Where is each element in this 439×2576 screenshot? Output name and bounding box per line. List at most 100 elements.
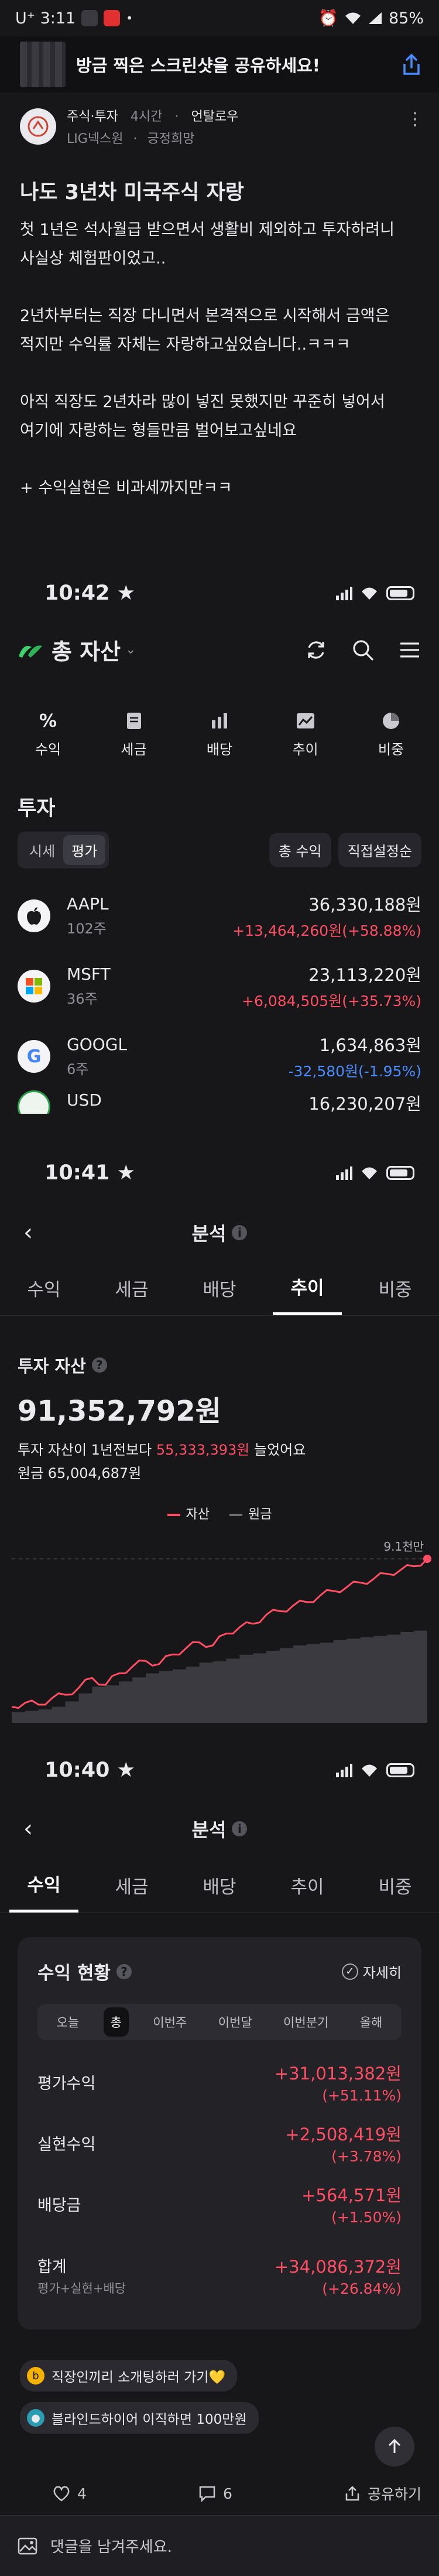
invest-filters: 시세 평가 총 수익 직접설정순	[18, 832, 421, 868]
help-icon[interactable]: ?	[91, 1357, 107, 1373]
tab-trend[interactable]: 추이	[273, 1864, 341, 1911]
period-today[interactable]: 오늘	[50, 2007, 87, 2037]
post-body-line: 여기에 자랑하는 형들만큼 벌어보고싶네요	[20, 422, 297, 440]
period-month[interactable]: 이번달	[211, 2007, 259, 2037]
tab-weight[interactable]: 비중	[361, 711, 421, 758]
info-icon[interactable]: i	[232, 1225, 248, 1240]
author-name: 언탈로우	[191, 110, 239, 124]
comment-button[interactable]: 6	[198, 2485, 232, 2502]
tab-profit[interactable]: % 수익	[18, 711, 78, 758]
promo-link-dating[interactable]: b 직장인끼리 소개팅하러 가기💛	[20, 2360, 238, 2392]
toggle-market-price[interactable]: 시세	[21, 835, 63, 865]
period-year[interactable]: 올해	[353, 2007, 390, 2037]
status-bar: U⁺ 3:11 • ⏰ 85%	[0, 0, 439, 36]
post-body-line: 2년차부터는 직장 다니면서 본격적으로 시작해서 금액은	[20, 307, 390, 325]
screenshot-thumbnail[interactable]	[20, 42, 66, 87]
max-value-label: 9.1천만	[383, 1540, 424, 1554]
principal-text: 원금 65,004,687원	[18, 1465, 142, 1482]
stock-name: USD	[67, 1090, 102, 1110]
tab-weight[interactable]: 비중	[361, 1864, 429, 1911]
sort-total-profit-chip[interactable]: 총 수익	[269, 833, 331, 867]
profit-pct: (+1.50%)	[331, 2209, 402, 2226]
author-company[interactable]: LIG넥스원	[67, 132, 124, 146]
tab-tax[interactable]: 세금	[97, 1267, 166, 1314]
stock-qty: 102주	[67, 921, 107, 937]
inner-status-bar: 10:41 ★	[0, 1155, 439, 1191]
profit-value: +564,571원	[301, 2185, 402, 2205]
promo-link-hire[interactable]: ● 블라인드하이어 이직하면 100만원	[20, 2402, 259, 2434]
tab-tax[interactable]: 세금	[97, 1864, 166, 1911]
comment-placeholder[interactable]: 댓글을 남겨주세요.	[50, 2535, 172, 2557]
post-header: 주식·투자 4시간 · 언탈로우 LIG넥스원 · 긍정희망 ⋮	[20, 103, 424, 150]
period-total[interactable]: 총	[103, 2007, 129, 2037]
share-icon[interactable]	[402, 53, 421, 76]
refresh-icon[interactable]	[304, 638, 328, 662]
screenshot-analysis-trend: 10:41 ★ ‹ 분석 i 수익 세금 배당 추이 비중 투자 자산 ? 91…	[0, 1155, 439, 1752]
tab-weight[interactable]: 비중	[361, 1267, 429, 1314]
info-icon[interactable]: i	[232, 1821, 248, 1836]
toggle-evaluation[interactable]: 평가	[63, 835, 106, 865]
profit-row-total: 합계 평가+실현+배당 +34,086,372원 (+26.84%)	[37, 2253, 402, 2297]
google-logo-icon: G	[18, 1040, 50, 1073]
back-arrow-icon[interactable]: ‹	[23, 1219, 33, 1246]
asset-latest-point	[423, 1555, 431, 1563]
analysis-header: ‹ 분석 i	[18, 1219, 421, 1246]
analysis-title: 분석	[191, 1819, 227, 1841]
profit-pct: (+3.78%)	[331, 2148, 402, 2165]
profit-status-card: 수익 현황? ✓ 자세히 오늘 총 이번주 이번달 이번분기 올해 평가수익 +3…	[18, 1937, 421, 2329]
stock-name: GOOGL	[67, 1035, 128, 1054]
image-icon	[18, 2537, 37, 2554]
wifi-icon	[344, 11, 362, 25]
profit-value: +2,508,419원	[285, 2125, 402, 2144]
asset-trend-chart[interactable]: 9.1천만	[0, 1530, 439, 1729]
tab-profit[interactable]: 수익	[9, 1862, 78, 1913]
search-icon[interactable]	[351, 638, 375, 662]
tab-tax[interactable]: 세금	[104, 711, 164, 758]
tab-trend[interactable]: 추이	[275, 711, 336, 758]
post-category[interactable]: 주식·투자	[67, 110, 118, 124]
more-options-icon[interactable]: ⋮	[406, 109, 424, 129]
asset-increase-amount: 55,333,393원	[156, 1442, 250, 1458]
share-icon	[345, 2486, 359, 2501]
author-avatar[interactable]	[20, 108, 56, 145]
stock-row[interactable]: G GOOGL 6주 1,634,863원 -32,580원(-1.95%)	[18, 1032, 421, 1081]
post-body-line	[20, 359, 424, 388]
detail-button[interactable]: ✓ 자세히	[341, 1961, 402, 1982]
scroll-top-button[interactable]	[375, 2427, 414, 2466]
chevron-down-icon[interactable]: ⌄	[125, 642, 136, 657]
inner-status-bar: 10:42 ★	[0, 575, 439, 611]
tab-dividend[interactable]: 배당	[185, 1864, 253, 1911]
sort-custom-chip[interactable]: 직접설정순	[338, 833, 421, 867]
total-assets-title[interactable]: 총 자산	[52, 634, 121, 666]
profit-value: +34,086,372원	[274, 2257, 402, 2277]
battery-icon	[386, 586, 414, 600]
tab-dividend[interactable]: 배당	[189, 711, 250, 758]
receipt-icon	[126, 713, 141, 729]
asset-quick-tabs: % 수익 세금 배당 추이 비중	[18, 711, 421, 758]
promo-links: b 직장인끼리 소개팅하러 가기💛 ● 블라인드하이어 이직하면 100만원	[20, 2360, 259, 2444]
tab-profit[interactable]: 수익	[9, 1267, 78, 1314]
battery-percent: 85%	[388, 9, 424, 28]
comment-input-bar[interactable]: 댓글을 남겨주세요.	[0, 2515, 439, 2576]
post-body-line: 아직 직장도 2년차라 많이 넣진 못했지만 꾸준히 넣어서	[20, 393, 385, 411]
post-age: 4시간	[130, 110, 163, 124]
like-button[interactable]: 4	[53, 2485, 87, 2502]
stock-value: 23,113,220원	[308, 965, 421, 985]
share-button[interactable]: 공유하기	[344, 2483, 421, 2504]
post-body-line	[20, 273, 424, 302]
investment-asset-label: 투자 자산 ?	[18, 1353, 107, 1377]
stock-row[interactable]: AAPL 102주 36,330,188원 +13,464,260원(+58.8…	[18, 891, 421, 940]
menu-icon[interactable]	[398, 638, 421, 662]
tab-trend[interactable]: 추이	[273, 1265, 342, 1315]
stock-value: 36,330,188원	[308, 895, 421, 915]
post-body-line: 사실상 체험판이었고..	[20, 249, 166, 268]
help-icon[interactable]: ?	[116, 1963, 132, 1979]
back-arrow-icon[interactable]: ‹	[23, 1815, 33, 1842]
stock-row[interactable]: USD 16,230,207원	[18, 1090, 421, 1114]
alarm-icon: ⏰	[318, 9, 338, 28]
tab-dividend[interactable]: 배당	[185, 1267, 253, 1314]
screenshot-share-banner[interactable]: 방금 찍은 스크린샷을 공유하세요!	[0, 36, 439, 93]
period-week[interactable]: 이번주	[146, 2007, 194, 2037]
stock-row[interactable]: MSFT 36주 23,113,220원 +6,084,505원(+35.73%…	[18, 962, 421, 1011]
period-quarter[interactable]: 이번분기	[276, 2007, 335, 2037]
